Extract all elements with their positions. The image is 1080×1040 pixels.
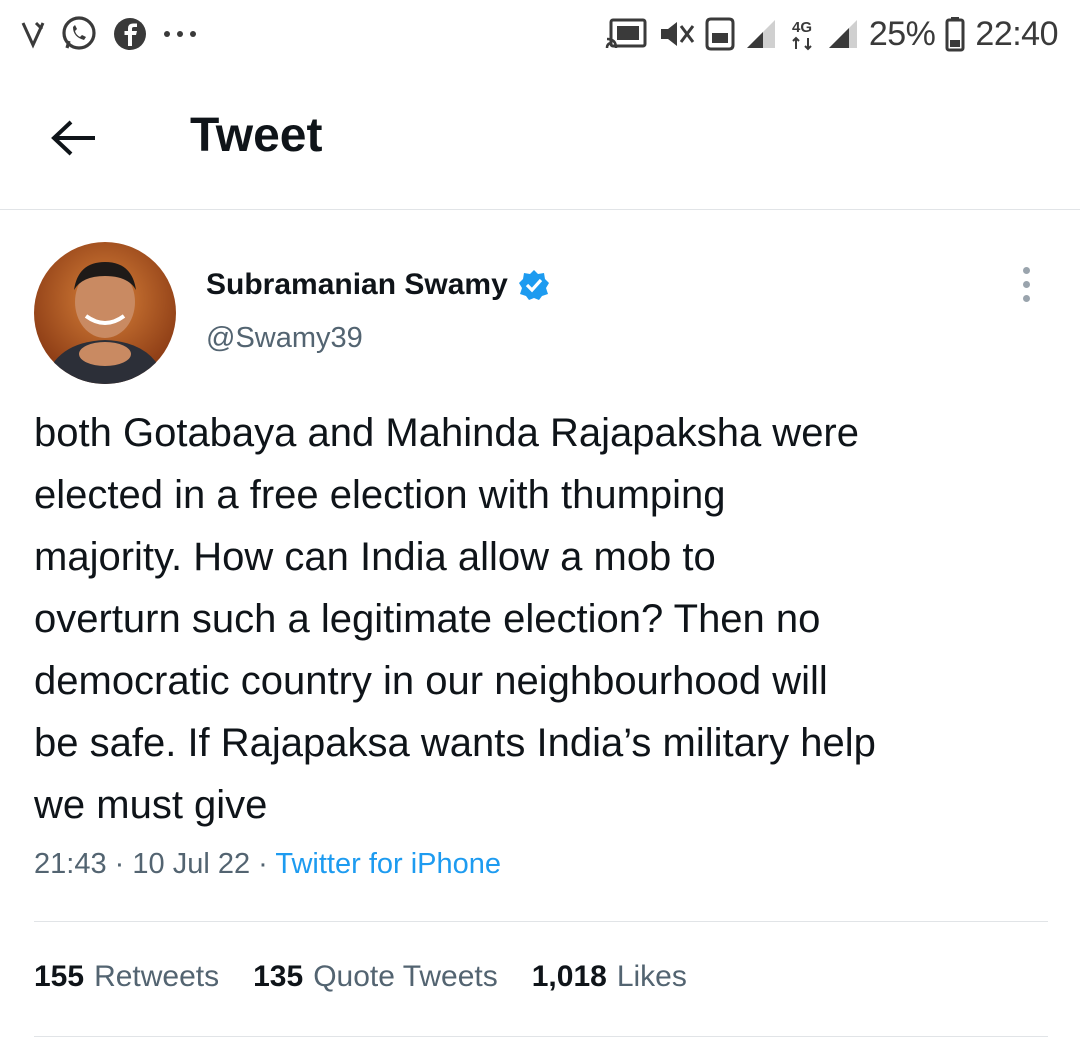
- notification-icons: [20, 14, 198, 54]
- likes-count: 1,018: [531, 960, 607, 993]
- author-name[interactable]: Subramanian Swamy: [206, 268, 550, 302]
- meta-separator: ·: [258, 848, 268, 880]
- retweets-label: Retweets: [94, 960, 220, 993]
- more-vertical-icon-dot: [1022, 280, 1030, 288]
- quote-tweets-label: Quote Tweets: [313, 960, 498, 993]
- tweet-stats: 155 Retweets 135 Quote Tweets 1,018 Likes: [34, 960, 687, 994]
- divider: [34, 1036, 1048, 1037]
- signal-icon-2: [827, 18, 859, 50]
- author-name-text: Subramanian Swamy: [206, 268, 508, 301]
- whatsapp-icon: [60, 15, 98, 53]
- more-notifications-icon: [162, 29, 198, 39]
- back-arrow-icon: [51, 120, 95, 156]
- status-bar: 4G 25% 22:40: [0, 0, 1080, 70]
- likes-label: Likes: [616, 960, 687, 993]
- back-button[interactable]: [46, 110, 102, 166]
- tweet-date: 10 Jul 22: [132, 848, 251, 880]
- clock: 22:40: [975, 14, 1058, 53]
- facebook-icon: [112, 16, 148, 52]
- meta-separator: ·: [114, 848, 125, 880]
- v-notification-icon: [20, 19, 46, 49]
- likes-stat[interactable]: 1,018 Likes: [532, 960, 687, 994]
- battery-icon: [945, 16, 965, 52]
- author-handle[interactable]: @Swamy39: [206, 322, 363, 355]
- divider: [34, 921, 1048, 922]
- more-vertical-icon-dot: [1022, 266, 1030, 274]
- retweets-stat[interactable]: 155 Retweets: [34, 960, 219, 994]
- more-options-button[interactable]: [1010, 262, 1042, 306]
- tweet-text: both Gotabaya and Mahinda Rajapaksha wer…: [34, 411, 876, 827]
- battery-percent: 25%: [868, 14, 936, 53]
- page-title: Tweet: [190, 109, 323, 162]
- more-vertical-icon-dot: [1022, 294, 1030, 302]
- quote-tweets-stat[interactable]: 135 Quote Tweets: [253, 960, 498, 994]
- hd-icon: [705, 17, 735, 51]
- svg-text:4G: 4G: [792, 19, 812, 36]
- top-app-bar: Tweet: [0, 70, 1080, 210]
- quote-tweets-count: 135: [253, 960, 304, 993]
- avatar[interactable]: [34, 242, 176, 384]
- tweet-time: 21:43: [34, 848, 107, 880]
- tweet-meta: 21:43 · 10 Jul 22 · Twitter for iPhone: [34, 848, 501, 881]
- tweet-source-link[interactable]: Twitter for iPhone: [275, 848, 501, 880]
- 4g-icon: 4G: [787, 17, 817, 51]
- retweets-count: 155: [34, 960, 85, 993]
- mute-icon: [659, 18, 695, 50]
- system-icons: 4G 25% 22:40: [605, 12, 1058, 56]
- signal-icon: [745, 18, 777, 50]
- cast-icon: [605, 17, 649, 51]
- verified-badge-icon: [518, 270, 549, 300]
